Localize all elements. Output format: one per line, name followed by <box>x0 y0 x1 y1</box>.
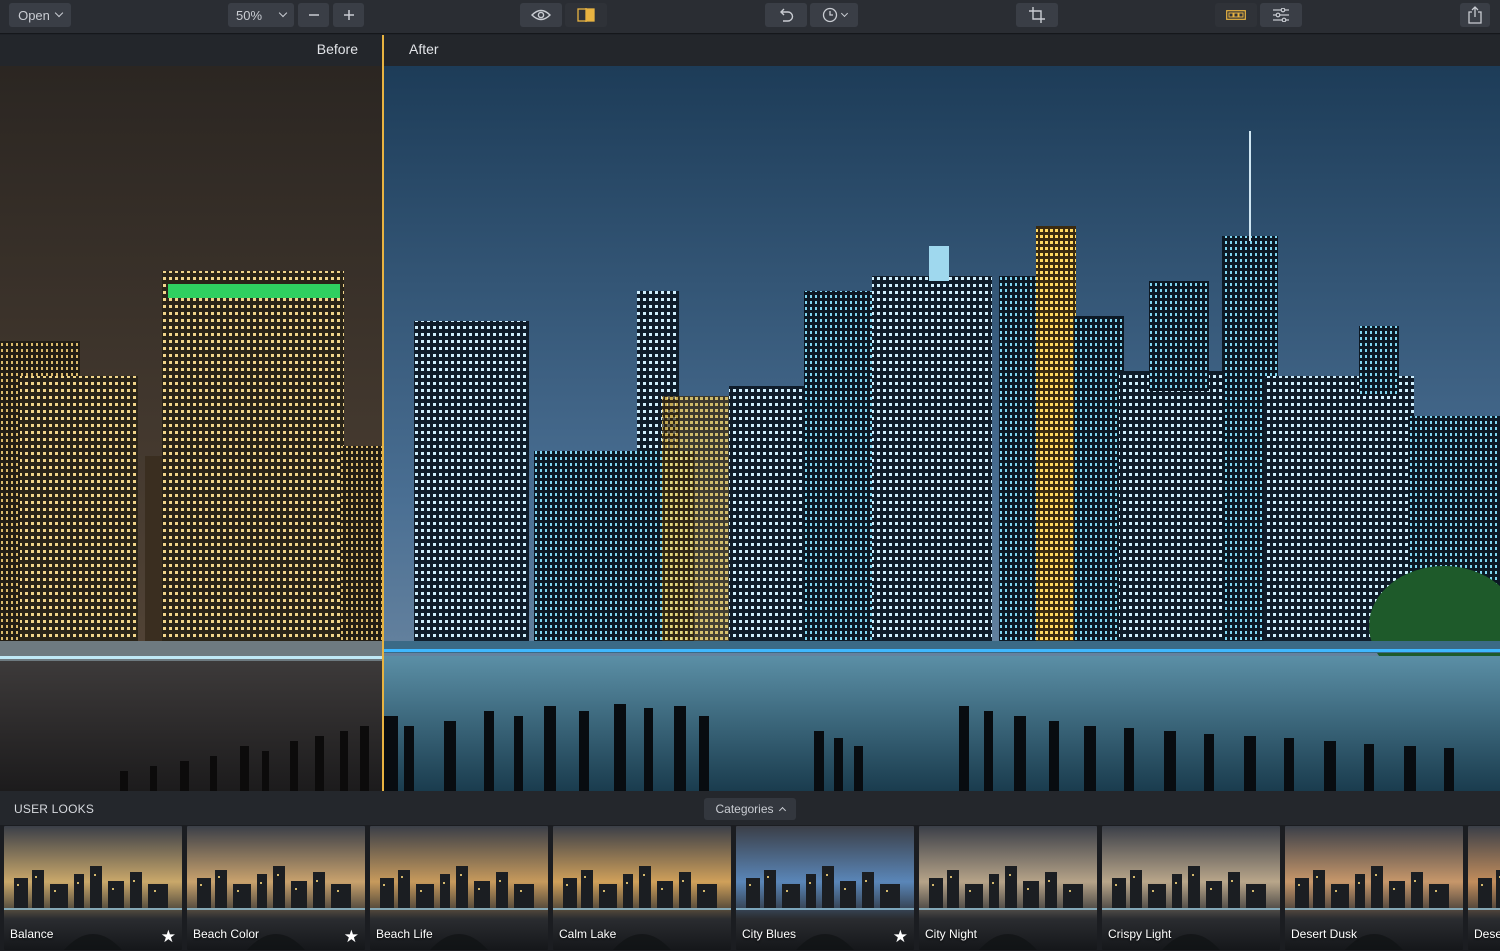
favorite-star-icon[interactable]: ★ <box>893 928 908 945</box>
top-toolbar: Open 50% <box>0 0 1500 34</box>
looks-strip: Balance ★ Beach Color ★ Beach Life Calm Lake C… <box>0 825 1500 951</box>
look-label: Balance <box>10 927 54 941</box>
look-thumbnail[interactable]: Dese <box>1468 826 1500 950</box>
chevron-up-icon <box>778 806 786 815</box>
filmstrip-icon <box>1226 10 1246 20</box>
adjustments-button[interactable] <box>1260 3 1302 27</box>
looks-panel-button[interactable] <box>1215 3 1257 27</box>
categories-label: Categories <box>715 802 774 816</box>
undo-icon <box>780 8 794 22</box>
look-label: Calm Lake <box>559 927 617 941</box>
before-label: Before <box>316 41 358 57</box>
open-label: Open <box>18 7 50 23</box>
look-label: Desert Dusk <box>1291 927 1358 941</box>
categories-button[interactable]: Categories <box>704 798 796 820</box>
plus-icon <box>343 10 354 20</box>
look-label: City Night <box>925 927 978 941</box>
zoom-in-button[interactable] <box>333 3 364 27</box>
looks-section-title: USER LOOKS <box>14 802 95 816</box>
undo-button[interactable] <box>765 3 807 27</box>
look-label: Beach Color <box>193 927 260 941</box>
look-thumbnail[interactable]: City Night <box>919 826 1097 950</box>
compare-labels-bar: Before After <box>0 35 1500 66</box>
look-thumbnail[interactable]: Beach Color ★ <box>187 826 365 950</box>
look-label: Beach Life <box>376 927 433 941</box>
history-button[interactable] <box>810 3 858 27</box>
zoom-value: 50% <box>236 7 263 23</box>
zoom-out-button[interactable] <box>298 3 329 27</box>
minus-icon <box>308 14 319 16</box>
before-image <box>0 66 384 791</box>
look-label: City Blues <box>742 927 797 941</box>
compare-split-button[interactable] <box>565 3 607 27</box>
look-thumbnail[interactable]: City Blues ★ <box>736 826 914 950</box>
look-label: Dese <box>1474 927 1500 941</box>
image-viewer[interactable] <box>0 66 1500 791</box>
chevron-down-icon <box>278 8 288 18</box>
look-thumbnail[interactable]: Balance ★ <box>4 826 182 950</box>
eye-icon <box>531 9 551 21</box>
chevron-down-icon <box>54 8 64 18</box>
compare-divider-handle[interactable] <box>382 35 384 791</box>
sliders-icon <box>1273 8 1289 22</box>
clock-icon <box>822 7 837 23</box>
split-compare-icon <box>577 8 595 22</box>
after-label: After <box>409 41 439 57</box>
share-button[interactable] <box>1460 3 1490 27</box>
preview-toggle-button[interactable] <box>520 3 562 27</box>
open-button[interactable]: Open <box>9 3 71 27</box>
after-image <box>384 66 1500 791</box>
zoom-select[interactable]: 50% <box>228 3 294 27</box>
look-label: Crispy Light <box>1108 927 1172 941</box>
favorite-star-icon[interactable]: ★ <box>344 928 359 945</box>
crop-icon <box>1029 7 1045 23</box>
looks-panel-header: USER LOOKS Categories <box>0 791 1500 825</box>
crop-button[interactable] <box>1016 3 1058 27</box>
share-icon <box>1468 6 1482 24</box>
look-thumbnail[interactable]: Crispy Light <box>1102 826 1280 950</box>
chevron-down-icon <box>840 9 848 17</box>
look-thumbnail[interactable]: Desert Dusk <box>1285 826 1463 950</box>
favorite-star-icon[interactable]: ★ <box>161 928 176 945</box>
look-thumbnail[interactable]: Calm Lake <box>553 826 731 950</box>
look-thumbnail[interactable]: Beach Life <box>370 826 548 950</box>
